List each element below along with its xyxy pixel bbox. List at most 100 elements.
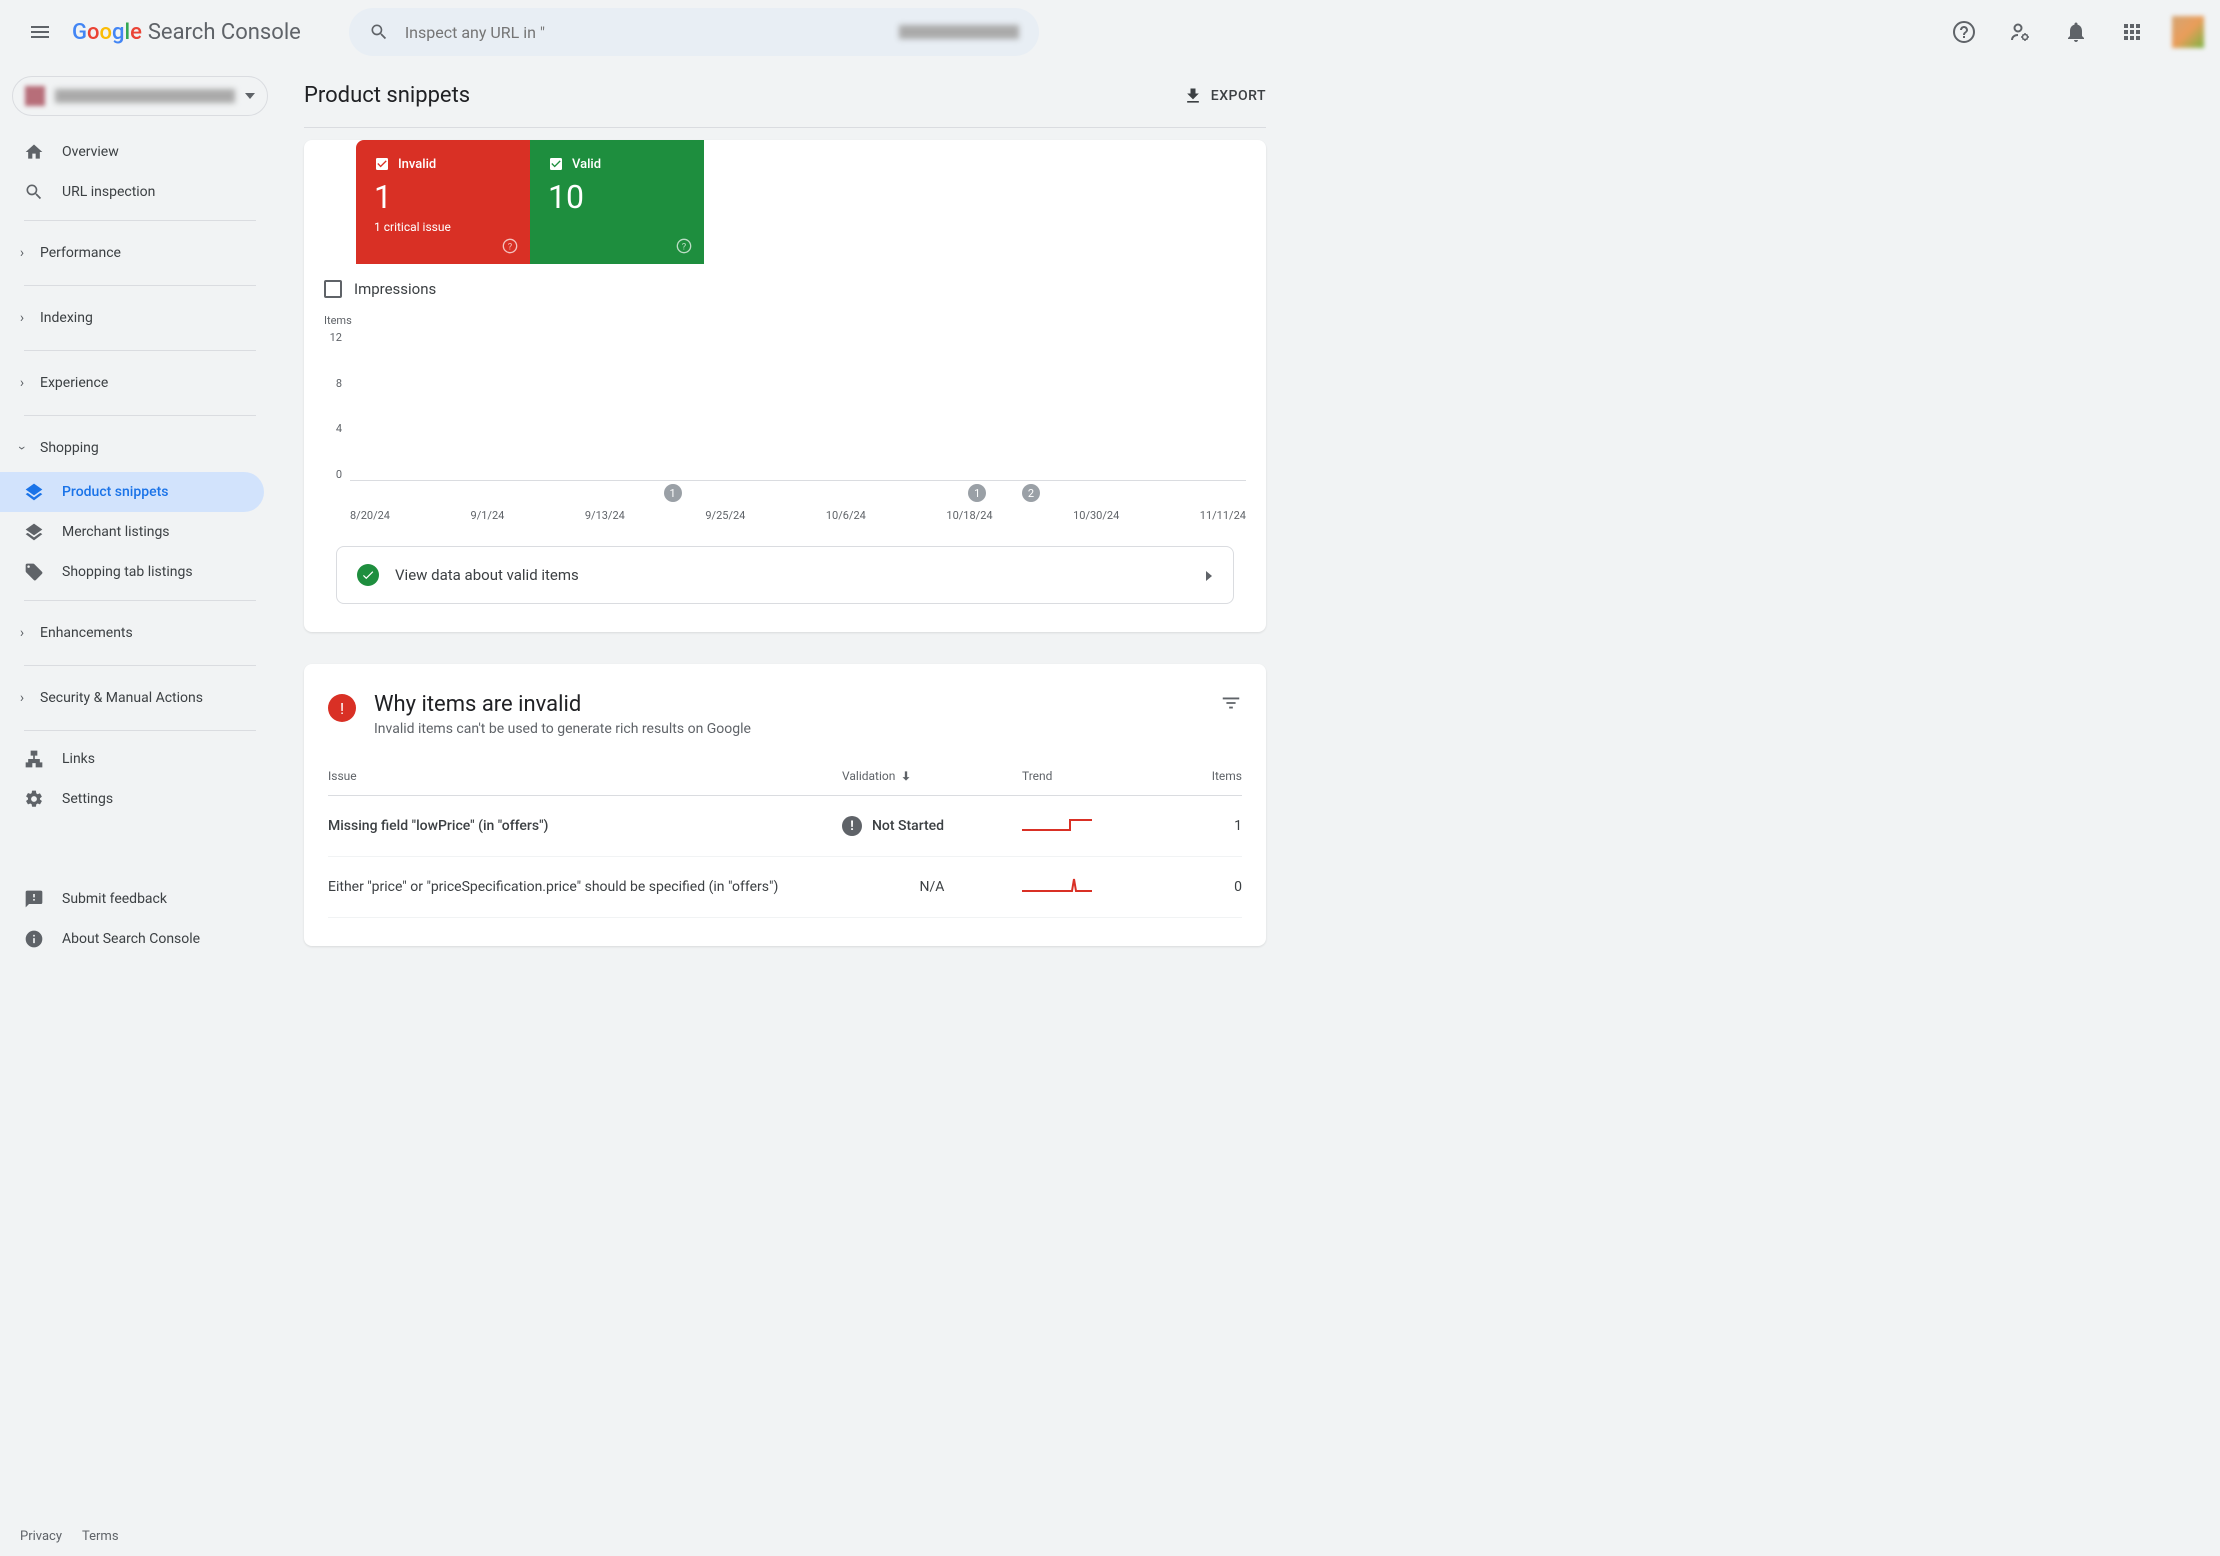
nav-about[interactable]: About Search Console	[0, 919, 264, 959]
valid-status-card[interactable]: Valid 10 ?	[530, 140, 704, 264]
layers-icon	[24, 482, 44, 502]
chart-annotation[interactable]: 2	[1022, 484, 1040, 502]
apps-grid-icon	[2120, 20, 2144, 44]
svg-text:?: ?	[682, 241, 687, 252]
filter-button[interactable]	[1220, 692, 1242, 714]
chart-y-axis: 12840	[324, 331, 342, 481]
account-avatar[interactable]	[2172, 16, 2204, 48]
footer-links: Privacy Terms	[0, 1517, 139, 1556]
page-header: Product snippets EXPORT	[304, 64, 1266, 128]
error-icon: !	[328, 694, 356, 722]
chart-markers: 1 1 2	[350, 484, 1246, 504]
property-selector[interactable]	[12, 76, 268, 116]
main-content: Product snippets EXPORT Invalid 1 1 crit…	[280, 64, 1290, 986]
nav-feedback[interactable]: Submit feedback	[0, 879, 264, 919]
product-logo[interactable]: Google Search Console	[72, 20, 301, 45]
checkbox-unchecked-icon[interactable]	[324, 280, 342, 298]
chart-annotation[interactable]: 1	[664, 484, 682, 502]
nav-enhancements[interactable]: ›Enhancements	[0, 609, 280, 657]
bell-icon	[2064, 20, 2088, 44]
chevron-right-icon: ›	[12, 310, 32, 326]
terms-link[interactable]: Terms	[82, 1529, 119, 1544]
property-favicon	[25, 86, 45, 106]
nav-url-inspection[interactable]: URL inspection	[0, 172, 264, 212]
info-icon	[24, 929, 44, 949]
invalid-subtitle: Invalid items can't be used to generate …	[374, 721, 751, 737]
sort-down-icon	[899, 769, 913, 783]
manage-users-button[interactable]	[1996, 8, 2044, 56]
page-title: Product snippets	[304, 83, 470, 108]
nav-shopping-tab[interactable]: Shopping tab listings	[0, 552, 264, 592]
valid-count: 10	[548, 178, 686, 216]
search-icon	[369, 22, 389, 42]
invalid-title: Why items are invalid	[374, 692, 751, 717]
checkbox-checked-icon	[374, 156, 390, 172]
person-gear-icon	[2008, 20, 2032, 44]
header-actions	[1940, 8, 2204, 56]
product-name: Search Console	[148, 20, 301, 45]
chevron-down-icon	[245, 93, 255, 99]
search-icon	[24, 182, 44, 202]
nav-performance[interactable]: ›Performance	[0, 229, 280, 277]
nav-merchant-listings[interactable]: Merchant listings	[0, 512, 264, 552]
table-row[interactable]: Missing field "lowPrice" (in "offers")!N…	[328, 796, 1242, 857]
chevron-down-icon: ›	[14, 438, 30, 458]
app-header: Google Search Console	[0, 0, 2220, 64]
chevron-right-icon: ›	[12, 375, 32, 391]
nav-settings[interactable]: Settings	[0, 779, 264, 819]
table-row[interactable]: Either "price" or "priceSpecification.pr…	[328, 857, 1242, 918]
chart-bars	[350, 331, 1246, 480]
table-header: Issue Validation Trend Items	[328, 769, 1242, 796]
tag-icon	[24, 562, 44, 582]
sitemap-icon	[24, 749, 44, 769]
chevron-right-icon: ›	[12, 625, 32, 641]
chevron-right-icon	[1205, 568, 1213, 582]
nav-indexing[interactable]: ›Indexing	[0, 294, 280, 342]
apps-button[interactable]	[2108, 8, 2156, 56]
items-chart: Items 12840 1 1 2	[304, 306, 1266, 522]
help-icon[interactable]: ?	[676, 238, 692, 254]
svg-text:?: ?	[508, 241, 513, 252]
url-search-input[interactable]	[405, 23, 883, 42]
feedback-icon	[24, 889, 44, 909]
nav-experience[interactable]: ›Experience	[0, 359, 280, 407]
nav-security[interactable]: ›Security & Manual Actions	[0, 674, 280, 722]
nav-links[interactable]: Links	[0, 739, 264, 779]
menu-button[interactable]	[16, 8, 64, 56]
checkbox-checked-icon	[548, 156, 564, 172]
invalid-count: 1	[374, 178, 512, 216]
issues-table: Issue Validation Trend Items Missing fie…	[328, 769, 1242, 918]
download-icon	[1183, 86, 1203, 106]
help-button[interactable]	[1940, 8, 1988, 56]
view-valid-items-link[interactable]: View data about valid items	[336, 546, 1234, 604]
export-button[interactable]: EXPORT	[1183, 86, 1266, 106]
nav-shopping[interactable]: ›Shopping	[0, 424, 280, 472]
google-logo: Google	[72, 20, 142, 45]
chevron-right-icon: ›	[12, 690, 32, 706]
status-summary: Invalid 1 1 critical issue ? Valid 10 ?	[356, 140, 704, 264]
invalid-status-card[interactable]: Invalid 1 1 critical issue ?	[356, 140, 530, 264]
help-icon[interactable]: ?	[502, 238, 518, 254]
status-chart-card: Invalid 1 1 critical issue ? Valid 10 ? …	[304, 140, 1266, 632]
property-name-redacted	[55, 89, 235, 103]
sidebar: Overview URL inspection ›Performance ›In…	[0, 64, 280, 986]
notifications-button[interactable]	[2052, 8, 2100, 56]
chart-annotation[interactable]: 1	[968, 484, 986, 502]
invalid-items-card: ! Why items are invalid Invalid items ca…	[304, 664, 1266, 946]
help-icon	[1952, 20, 1976, 44]
chevron-right-icon: ›	[12, 245, 32, 261]
chart-x-axis: 8/20/249/1/249/13/249/25/2410/6/2410/18/…	[324, 509, 1246, 522]
invalid-subtitle: 1 critical issue	[374, 220, 512, 234]
impressions-toggle[interactable]: Impressions	[304, 264, 1266, 306]
gear-icon	[24, 789, 44, 809]
privacy-link[interactable]: Privacy	[20, 1529, 62, 1544]
nav-overview[interactable]: Overview	[0, 132, 264, 172]
filter-icon	[1220, 692, 1242, 714]
layers-icon	[24, 522, 44, 542]
home-icon	[24, 142, 44, 162]
check-circle-icon	[357, 564, 379, 586]
nav-product-snippets[interactable]: Product snippets	[0, 472, 264, 512]
url-search-bar[interactable]	[349, 8, 1039, 56]
hamburger-icon	[28, 20, 52, 44]
chart-y-label: Items	[324, 314, 1246, 327]
